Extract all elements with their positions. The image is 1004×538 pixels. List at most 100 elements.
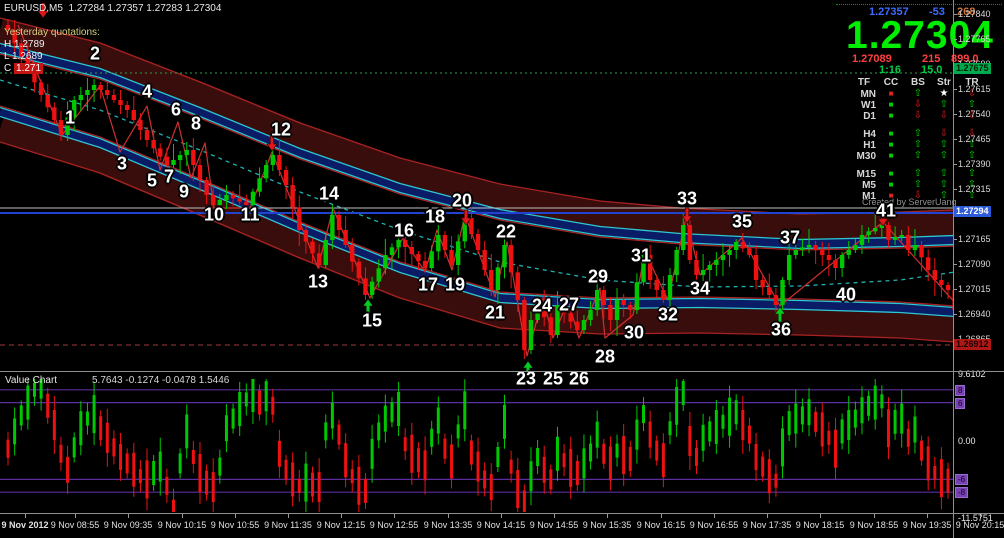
yesterday-low: L 1.2689: [4, 51, 43, 62]
value-bar: [20, 400, 23, 430]
candle: [549, 313, 553, 343]
m15-str-up-icon: ⇧: [940, 169, 948, 179]
value-level-box: 6: [955, 398, 965, 409]
value-bar: [496, 442, 499, 472]
quote-spread-value: 15.0: [921, 64, 942, 76]
price-marker-box: 1.27294: [954, 206, 991, 217]
pivot-number-11: 11: [240, 205, 259, 226]
value-bar: [616, 435, 619, 467]
pivot-number-32: 32: [658, 305, 678, 326]
value-bar: [543, 446, 546, 494]
time-tick-mark: [448, 514, 449, 518]
candle: [79, 87, 83, 111]
price-tick-label: 1.26940: [958, 309, 991, 319]
value-bar: [179, 448, 182, 478]
candle: [118, 90, 122, 114]
time-tick-mark: [714, 514, 715, 518]
m5-str-up-icon: ⇧: [940, 180, 948, 190]
candle: [833, 254, 837, 280]
value-bar: [450, 434, 453, 488]
value-bar: [106, 409, 109, 467]
value-bar: [874, 379, 877, 430]
mn-str-star-icon: ★: [940, 89, 949, 99]
candle: [840, 252, 844, 277]
time-label: 9 Nov 18:15: [796, 520, 845, 530]
pivot-number-31: 31: [631, 246, 651, 267]
value-bar: [311, 467, 314, 503]
value-bar: [602, 439, 605, 469]
candle: [456, 234, 460, 275]
yesterday-low-label: L: [4, 51, 9, 62]
pivot-number-29: 29: [588, 267, 608, 288]
value-bar: [933, 457, 936, 489]
value-bar: [86, 403, 89, 435]
signal-table-header-cc: CC: [884, 77, 898, 88]
value-bar: [7, 432, 10, 466]
signal-row-m30-label: M30: [846, 151, 876, 162]
value-bar: [79, 401, 82, 455]
value-bar: [688, 412, 691, 470]
candle: [714, 252, 718, 276]
h4-cc-square-icon: ■: [889, 129, 894, 139]
candle: [767, 273, 771, 298]
value-bar: [13, 407, 16, 455]
value-bar: [748, 418, 751, 452]
price-tick-label: 1.27465: [958, 134, 991, 144]
time-label: 9 Nov 10:55: [211, 520, 260, 530]
value-bar: [384, 395, 387, 443]
value-bar: [291, 452, 294, 506]
m15-tr-up-icon: ⇧: [968, 169, 976, 179]
value-bar: [318, 458, 321, 512]
value-bar: [563, 444, 566, 476]
time-tick-mark: [554, 514, 555, 518]
pivot-number-34: 34: [690, 279, 710, 300]
value-bar: [364, 473, 367, 509]
value-bar: [655, 436, 658, 466]
w1-str-up-icon: ⇧: [940, 100, 948, 110]
candle: [635, 273, 639, 314]
signal-table-header-tf: TF: [858, 77, 870, 88]
time-label: 9 Nov 09:35: [104, 520, 153, 530]
quote-panel-top-divider: [836, 4, 1002, 5]
time-label: 9 Nov 2012: [1, 520, 48, 530]
value-bar: [304, 452, 307, 512]
m5-cc-square-icon: ■: [889, 180, 894, 190]
value-bar: [635, 406, 638, 464]
value-bar: [788, 405, 791, 441]
pivot-number-9: 9: [179, 182, 189, 203]
pivot-number-6: 6: [171, 100, 181, 121]
candle: [734, 239, 738, 259]
candle: [674, 247, 678, 282]
value-bar: [536, 440, 539, 474]
value-bar: [490, 463, 493, 511]
pivot-number-19: 19: [445, 275, 465, 296]
value-bar: [218, 450, 221, 484]
value-bar: [410, 423, 413, 485]
candle: [449, 236, 453, 268]
time-tick-mark: [288, 514, 289, 518]
value-bar: [940, 447, 943, 509]
pivot-number-22: 22: [496, 222, 516, 243]
signal-row-m5-label: M5: [846, 180, 876, 191]
value-bar: [735, 394, 738, 430]
price-tick-label: 1.27315: [958, 184, 991, 194]
value-bar: [841, 413, 844, 449]
value-scale-min: -11.5751: [958, 513, 993, 523]
panel-separator[interactable]: [0, 371, 1004, 372]
candle: [482, 241, 486, 276]
candle: [721, 243, 725, 276]
value-bar: [808, 388, 811, 436]
d1-bs-down-icon: ⇩: [914, 111, 922, 121]
value-bar: [920, 436, 923, 466]
price-tick-label: 1.27615: [958, 84, 991, 94]
value-bar: [894, 404, 897, 440]
value-bar: [801, 398, 804, 432]
signal-row-d1-label: D1: [846, 111, 876, 122]
candle: [337, 211, 341, 238]
candle: [46, 84, 50, 112]
value-bar: [424, 436, 427, 494]
value-bar: [338, 420, 341, 450]
candle: [39, 79, 43, 102]
value-bar: [132, 443, 135, 497]
value-bar: [212, 458, 215, 512]
